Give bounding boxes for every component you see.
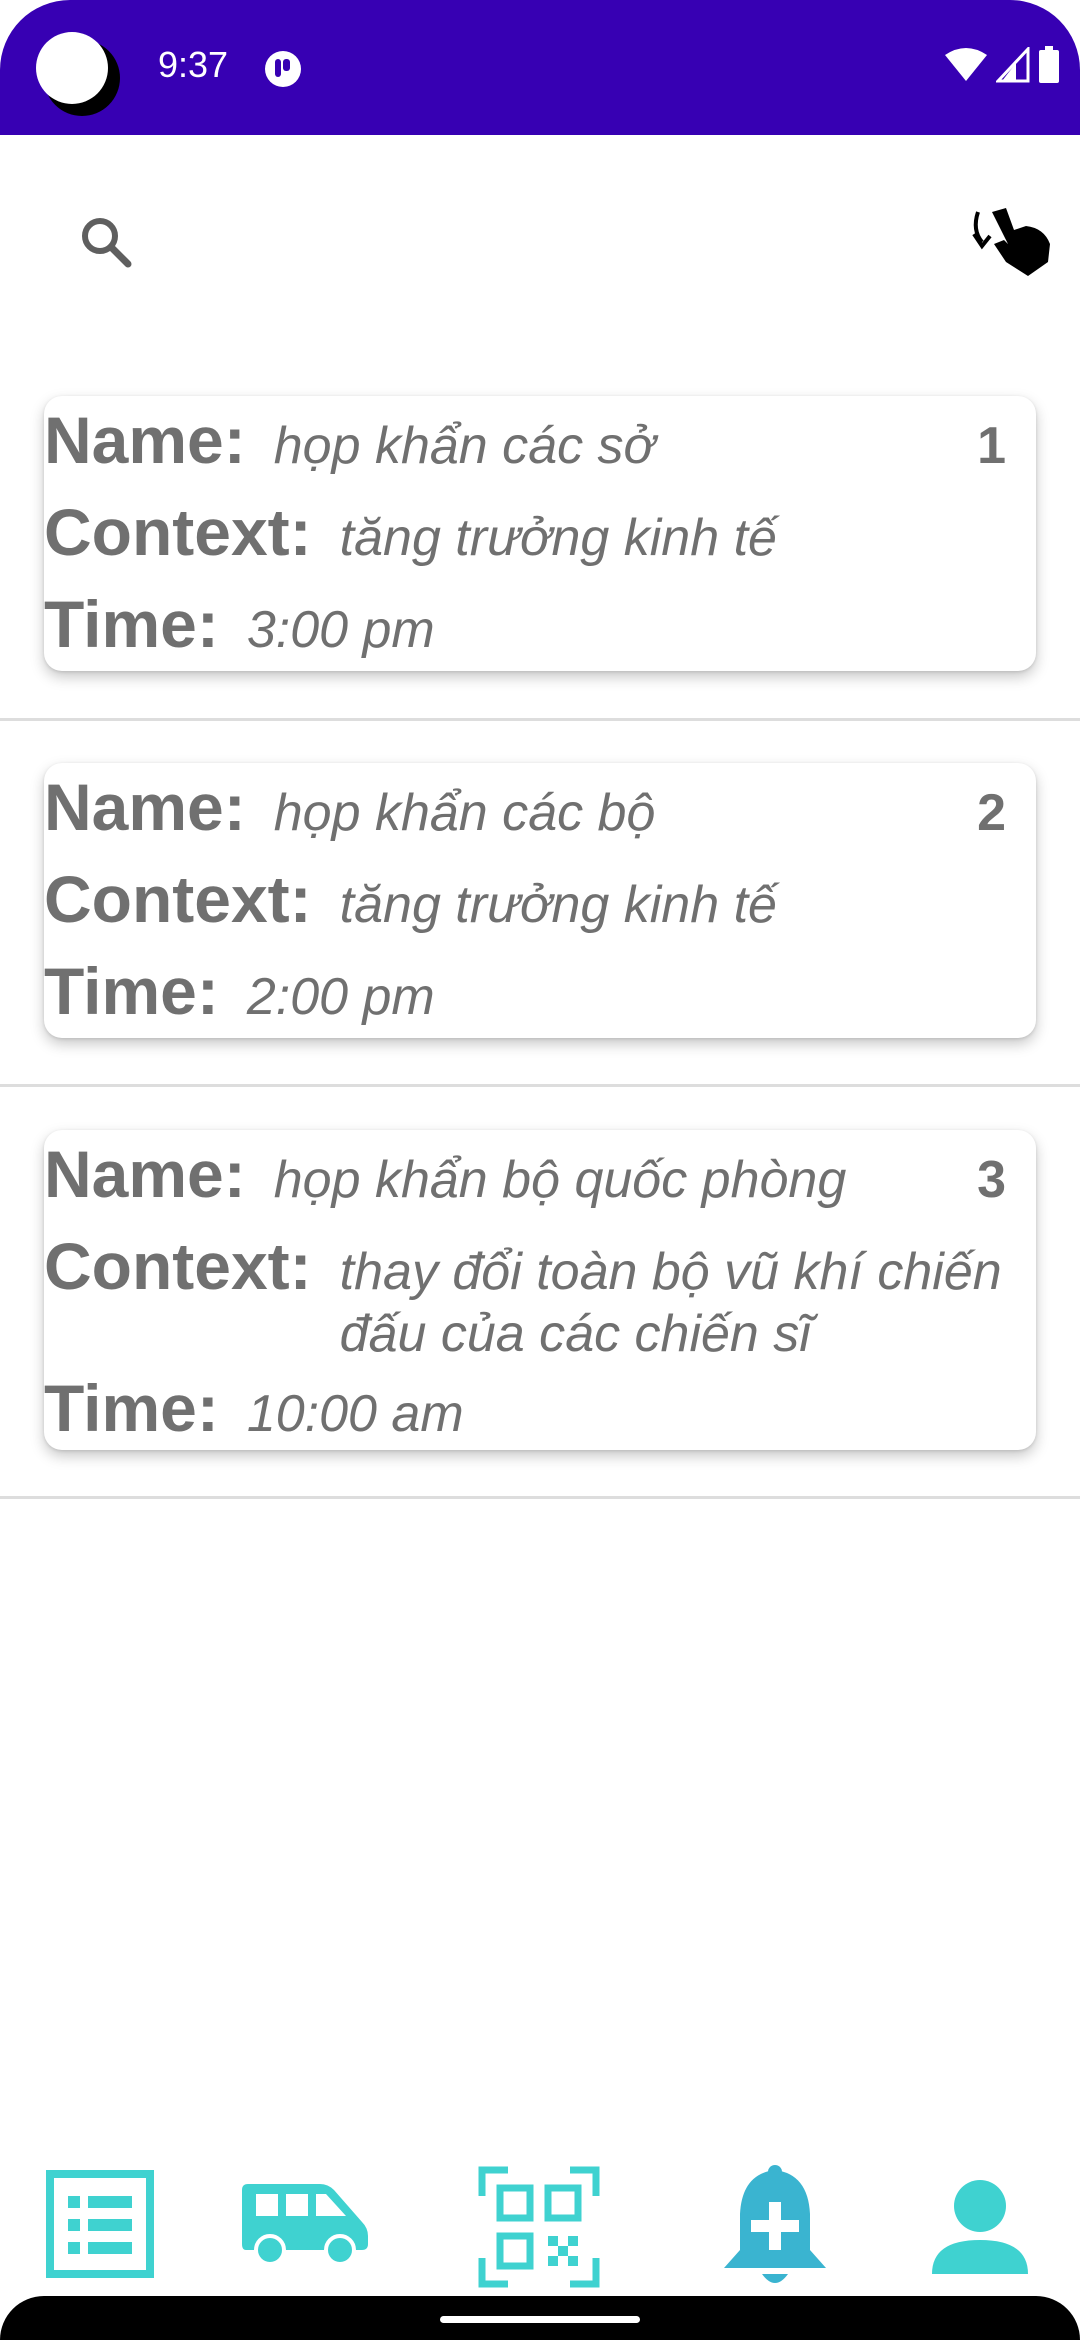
name-label: Name: — [44, 403, 246, 477]
meeting-context: tăng trưởng kinh tế — [339, 876, 777, 934]
bottom-navigation — [0, 2150, 1080, 2300]
name-label: Name: — [44, 1137, 246, 1211]
meeting-name: họp khẩn các bộ — [273, 784, 656, 842]
meeting-time: 10:00 am — [246, 1385, 464, 1443]
name-label: Name: — [44, 770, 246, 844]
person-icon[interactable] — [930, 2178, 1030, 2278]
context-label: Context: — [44, 1229, 312, 1303]
time-label: Time: — [44, 587, 219, 661]
meeting-context: thay đổi toàn bộ vũ khí chiến đấu của cá… — [339, 1243, 1002, 1363]
list-icon[interactable] — [46, 2170, 154, 2280]
meeting-time: 2:00 pm — [246, 968, 435, 1026]
meeting-number: 2 — [977, 784, 1006, 842]
qr-code-icon[interactable] — [478, 2166, 600, 2288]
context-label: Context: — [44, 495, 312, 569]
meeting-time: 3:00 pm — [246, 601, 435, 659]
van-icon[interactable] — [238, 2182, 370, 2266]
add-alarm-icon[interactable] — [718, 2164, 832, 2292]
meeting-name: họp khẩn các sở — [273, 417, 655, 475]
time-label: Time: — [44, 1371, 219, 1445]
meeting-number: 3 — [977, 1151, 1006, 1209]
meeting-name: họp khẩn bộ quốc phòng — [273, 1151, 847, 1209]
time-label: Time: — [44, 954, 219, 1028]
context-label: Context: — [44, 862, 312, 936]
home-gesture-handle[interactable] — [440, 2316, 640, 2323]
gesture-navigation-bar — [0, 2296, 1080, 2340]
meeting-card[interactable]: Name: họp khẩn các bộ 2 Context: tăng tr… — [44, 763, 1036, 1038]
meeting-card[interactable]: Name: họp khẩn bộ quốc phòng 3 Context: … — [44, 1130, 1036, 1450]
meeting-number: 1 — [977, 417, 1006, 475]
meeting-card[interactable]: Name: họp khẩn các sở 1 Context: tăng tr… — [44, 396, 1036, 671]
meeting-context: tăng trưởng kinh tế — [339, 509, 777, 567]
